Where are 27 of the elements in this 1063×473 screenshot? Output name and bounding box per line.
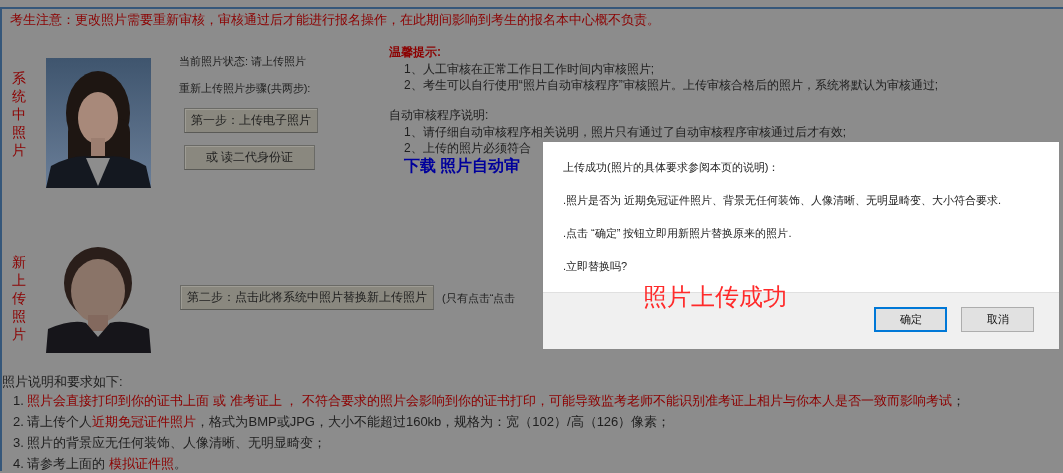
photo-status-text: 当前照片状态: 请上传照片 [179, 54, 307, 69]
dialog-text: 上传成功(照片的具体要求参阅本页的说明)： [563, 160, 781, 175]
requirements-title: 照片说明和要求如下: [2, 373, 124, 390]
dialog-button[interactable]: 取消 [961, 307, 1034, 332]
requirement-text: 1. 照片会直接打印到你的证书上面 或 准考证上 ， 不符合要求的照片会影响到你的证书打印，可能导致监考老师不能识别准考证上相片与你本人是否一致而影响考试； [12, 392, 966, 410]
dialog-text: .照片是否为 近期免冠证件照片、背景无任何装饰、人像清晰、无明显畸变、大小符合要求. [563, 193, 1003, 208]
step-button[interactable]: 或 读二代身份证 [184, 145, 315, 170]
requirement-text: 4. 请参考上面的 模拟证件照。 [12, 455, 189, 473]
requirement-text: 2. 请上传个人近期免冠证件照片，格式为BMP或JPG，大小不能超过160kb，规格为：宽（102）/高（126）像素； [12, 413, 672, 431]
auto-review-title: 自动审核程序说明: [389, 107, 490, 124]
section-label: 新上传照片 [12, 253, 26, 343]
dialog-text: .立即替换吗? [563, 259, 629, 274]
requirement-text: 3. 照片的背景应无任何装饰、人像清晰、无明显畸变； [12, 434, 328, 452]
step-button[interactable]: 第一步：上传电子照片 [184, 108, 318, 133]
tips-title: 温馨提示: [389, 44, 442, 61]
auto-review-text: 2、上传的照片必须符合 [403, 140, 532, 156]
success-title: 照片上传成功 [643, 282, 787, 312]
steps-text: 重新上传照片步骤(共两步): [179, 81, 311, 96]
section-label: 系统中照片 [12, 69, 26, 159]
note-text: (只有点击“点击 [442, 290, 516, 306]
notice-text: 考生注意：更改照片需要重新审核，审核通过后才能进行报名操作，在此期间影响到考生的报名本中心概不负责。 [9, 11, 661, 29]
replace-photo-button[interactable]: 第二步：点击此将系统中照片替换新上传照片 [180, 284, 434, 310]
dialog-button[interactable]: 确定 [874, 307, 947, 332]
dialog-text: .点击 “确定” 按钮立即用新照片替换原来的照片. [563, 226, 793, 241]
tip-text: 1、人工审核在正常工作日工作时间内审核照片; [403, 61, 655, 77]
tip-text: 2、考生可以自行使用“照片自动审核程序”审核照片。上传审核合格后的照片，系统将默认为审核通过; [403, 77, 938, 93]
auto-review-text: 1、请仔细自动审核程序相关说明，照片只有通过了自动审核程序审核通过后才有效; [403, 124, 847, 140]
